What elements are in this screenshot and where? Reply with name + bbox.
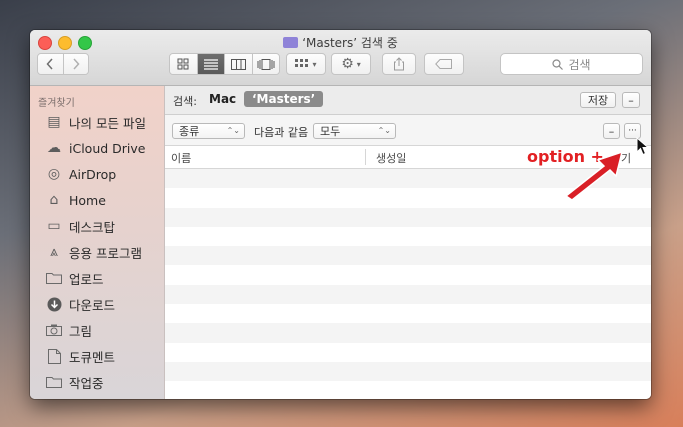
cloud-icon: ☁ <box>47 140 61 156</box>
share-icon <box>394 57 404 71</box>
sidebar-item-label: iCloud Drive <box>69 140 146 156</box>
back-button[interactable] <box>38 54 64 74</box>
sidebar-item-label: 나의 모든 파일 <box>69 115 146 131</box>
download-icon <box>44 296 64 312</box>
tags-button[interactable] <box>424 53 464 75</box>
sidebar-item-documents[interactable]: 도큐멘트 <box>44 346 115 366</box>
action-button[interactable]: ⚙ ▾ <box>331 53 371 75</box>
attribute-popup[interactable]: 종류 ⌃⌄ <box>172 123 245 139</box>
list-view-button[interactable] <box>197 54 225 74</box>
tag-icon <box>435 59 452 69</box>
search-placeholder: 검색 <box>568 57 591 72</box>
camera-icon <box>44 322 64 338</box>
empty-row <box>165 207 651 227</box>
sidebar-item-label: Home <box>69 192 106 208</box>
search-icon <box>552 58 564 70</box>
sidebar-item-airdrop[interactable]: ◎ AirDrop <box>44 164 116 184</box>
window-title: ‘Masters’ 검색 중 <box>30 34 651 51</box>
updown-arrow-icon: ⌃⌄ <box>226 126 240 135</box>
forward-button[interactable] <box>63 54 88 74</box>
scope-mac-button[interactable]: Mac <box>209 92 236 106</box>
smart-folder-icon <box>283 37 299 48</box>
sidebar-item-desktop[interactable]: ▭ 데스크탑 <box>44 216 115 236</box>
applications-icon: ⩓ <box>50 244 58 260</box>
chevron-left-icon <box>46 58 53 70</box>
nav-buttons <box>37 53 89 75</box>
sidebar-item-label: AirDrop <box>69 166 117 182</box>
sidebar-item-in-progress[interactable]: 작업중 <box>44 372 104 392</box>
column-divider[interactable] <box>365 149 366 165</box>
desktop-icon: ▭ <box>47 218 61 234</box>
scope-folder-button[interactable]: ‘Masters’ <box>244 91 324 107</box>
sidebar-item-downloads[interactable]: 다운로드 <box>44 294 115 314</box>
arrange-button[interactable]: ▾ <box>286 53 326 75</box>
save-search-button[interactable]: 저장 <box>580 92 616 108</box>
columns-icon <box>230 58 246 70</box>
column-header-date-created[interactable]: 생성일 <box>376 150 406 166</box>
sidebar: 즐겨찾기 ▤ 나의 모든 파일 ☁ iCloud Drive ◎ AirDrop… <box>30 86 165 399</box>
airdrop-icon: ◎ <box>47 166 61 182</box>
arrange-grid-icon <box>295 58 309 67</box>
all-files-icon: ▤ <box>47 114 61 130</box>
empty-row <box>165 381 651 399</box>
coverflow-icon <box>257 58 275 70</box>
chevron-down-icon: ▾ <box>312 59 317 69</box>
folder-icon <box>44 374 64 390</box>
criteria-operator-label: 다음과 같음 <box>254 126 309 139</box>
remove-scope-button[interactable]: – <box>622 92 640 108</box>
finder-window: ‘Masters’ 검색 중 ▾ ⚙ ▾ 검색 즐겨찾기 ▤ 나의 모든 파일 … <box>30 30 651 399</box>
empty-row <box>165 304 651 323</box>
empty-row <box>165 361 651 382</box>
mouse-cursor-icon <box>636 137 650 156</box>
sidebar-item-all-files[interactable]: ▤ 나의 모든 파일 <box>44 112 146 132</box>
column-view-button[interactable] <box>225 54 253 74</box>
red-arrow-icon <box>564 150 624 200</box>
value-popup[interactable]: 모두 ⌃⌄ <box>313 123 396 139</box>
home-icon: ⌂ <box>49 192 59 208</box>
list-icon <box>203 58 218 70</box>
empty-row <box>165 265 651 284</box>
search-scope-bar: 검색: Mac ‘Masters’ 저장 – <box>165 86 651 115</box>
share-button[interactable] <box>382 53 416 75</box>
results-list <box>165 169 651 399</box>
chevron-right-icon <box>73 58 80 70</box>
sidebar-item-applications[interactable]: ⩓ 응용 프로그램 <box>44 242 142 262</box>
sidebar-item-pictures[interactable]: 그림 <box>44 320 92 340</box>
sidebar-item-label: 그림 <box>69 323 93 339</box>
icon-view-button[interactable] <box>170 54 198 74</box>
updown-arrow-icon: ⌃⌄ <box>377 126 391 135</box>
grid-icon <box>177 58 189 70</box>
empty-row <box>165 284 651 305</box>
sidebar-item-label: 업로드 <box>69 271 104 287</box>
sidebar-item-icloud-drive[interactable]: ☁ iCloud Drive <box>44 138 145 158</box>
search-field[interactable]: 검색 <box>500 53 643 75</box>
sidebar-item-upload[interactable]: 업로드 <box>44 268 104 288</box>
sidebar-item-label: 작업중 <box>69 375 104 391</box>
remove-criteria-button[interactable]: – <box>603 123 620 139</box>
sidebar-section-favorites: 즐겨찾기 <box>38 98 75 109</box>
sidebar-item-label: 응용 프로그램 <box>69 245 142 261</box>
empty-row <box>165 323 651 343</box>
sidebar-item-label: 다운로드 <box>69 297 116 313</box>
folder-icon <box>44 270 64 286</box>
sidebar-item-label: 도큐멘트 <box>69 349 116 365</box>
chevron-down-icon: ▾ <box>356 59 361 69</box>
document-icon <box>44 348 64 364</box>
sidebar-item-home[interactable]: ⌂ Home <box>44 190 106 210</box>
empty-row <box>165 246 651 266</box>
empty-row <box>165 343 651 362</box>
titlebar: ‘Masters’ 검색 중 ▾ ⚙ ▾ 검색 <box>30 30 651 86</box>
view-mode-control <box>169 53 280 75</box>
content-area: 검색: Mac ‘Masters’ 저장 – 종류 ⌃⌄ 다음과 같음 모두 ⌃… <box>165 86 651 399</box>
coverflow-view-button[interactable] <box>252 54 279 74</box>
search-scope-label: 검색: <box>173 95 197 108</box>
empty-row <box>165 227 651 246</box>
column-header-name[interactable]: 이름 <box>171 150 191 166</box>
gear-icon: ⚙ <box>341 56 354 72</box>
sidebar-item-label: 데스크탑 <box>69 219 116 235</box>
